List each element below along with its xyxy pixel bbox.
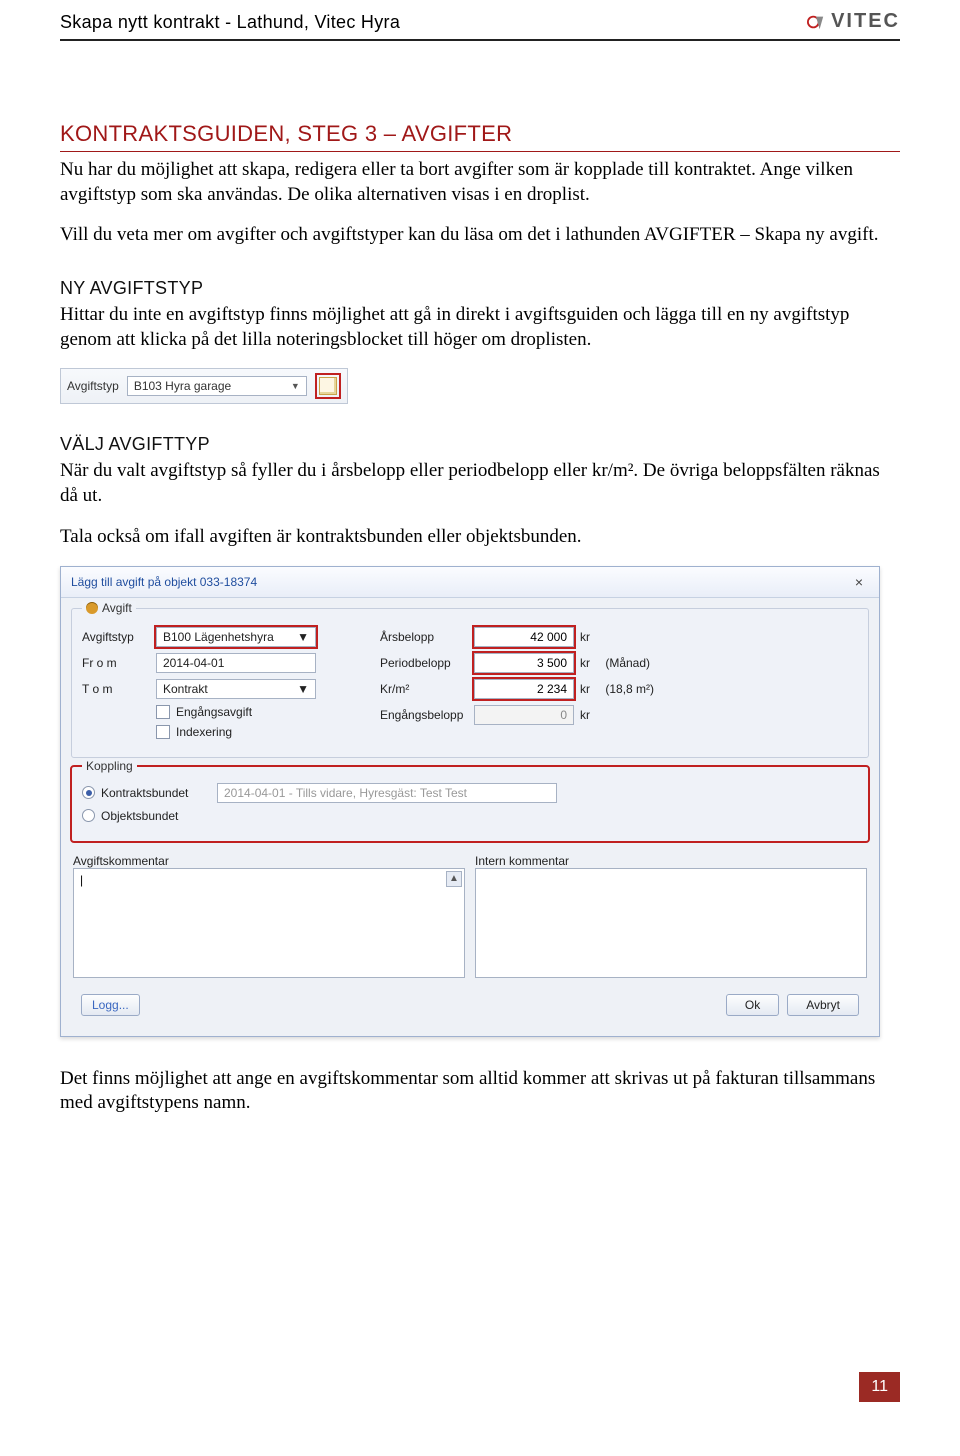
label-indexering: Indexering	[176, 725, 232, 739]
page-number: 11	[859, 1372, 900, 1402]
label-engangsbelopp: Engångsbelopp	[380, 708, 468, 722]
objektsbundet-radio[interactable]	[82, 809, 95, 822]
label-avgiftstyp: Avgiftstyp	[82, 630, 150, 644]
kontraktsbundet-radio[interactable]	[82, 786, 95, 799]
unit-kr: kr	[580, 708, 640, 722]
from-date-value: 2014-04-01	[163, 656, 224, 670]
pin-icon	[86, 602, 98, 614]
krm2-input[interactable]	[474, 679, 574, 699]
avgiftstyp-selected: B100 Lägenhetshyra	[163, 630, 274, 644]
group-koppling: Koppling Kontraktsbundet 2014-04-01 - Ti…	[71, 766, 869, 842]
avgiftskommentar-textarea[interactable]: | ▲	[73, 868, 465, 978]
unit-kr: kr	[580, 656, 590, 670]
logg-button[interactable]: Logg...	[81, 994, 140, 1016]
periodbelopp-input[interactable]	[474, 653, 574, 673]
intern-kommentar-textarea[interactable]	[475, 868, 867, 978]
doc-title: Skapa nytt kontrakt - Lathund, Vitec Hyr…	[60, 12, 400, 33]
brand-logo: VITEC	[807, 10, 900, 33]
chevron-down-icon: ▼	[297, 682, 309, 696]
from-date-field[interactable]: 2014-04-01	[156, 653, 316, 673]
avbryt-button[interactable]: Avbryt	[787, 994, 859, 1016]
label-from: Fr o m	[82, 656, 150, 670]
engangsavgift-checkbox[interactable]	[156, 705, 170, 719]
section-heading-avgifter: KONTRAKTSGUIDEN, STEG 3 – AVGIFTER	[60, 121, 900, 152]
brand-text: VITEC	[831, 10, 900, 33]
tom-select[interactable]: Kontrakt ▼	[156, 679, 316, 699]
group-avgift: Avgift Avgiftstyp B100 Lägenhetshyra ▼	[71, 608, 869, 758]
logo-icon	[807, 13, 825, 31]
label-krm2: Kr/m²	[380, 682, 468, 696]
sub-heading-ny-avgiftstyp: NY AVGIFTSTYP	[60, 278, 900, 299]
avgiftstyp-value: B103 Hyra garage	[134, 379, 231, 393]
label-engangsavgift: Engångsavgift	[176, 705, 252, 719]
notepad-icon[interactable]	[322, 628, 340, 646]
label-periodbelopp: Periodbelopp	[380, 656, 468, 670]
unit-kr: kr	[580, 630, 640, 644]
kontraktsbundet-value: 2014-04-01 - Tills vidare, Hyresgäst: Te…	[217, 783, 557, 803]
scroll-up-icon[interactable]: ▲	[446, 871, 462, 887]
add-fee-dialog: Lägg till avgift på objekt 033-18374 × A…	[60, 566, 880, 1037]
label-objektsbundet: Objektsbundet	[101, 809, 178, 823]
dialog-title-text: Lägg till avgift på objekt 033-18374	[71, 575, 257, 589]
section-p2: Vill du veta mer om avgifter och avgifts…	[60, 223, 900, 248]
sub-heading-valj-avgifttyp: VÄLJ AVGIFTTYP	[60, 434, 900, 455]
group-koppling-title: Koppling	[86, 759, 133, 773]
engangsbelopp-input	[474, 705, 574, 725]
avgiftstyp-select[interactable]: B100 Lägenhetshyra ▼	[156, 627, 316, 647]
label-tom: T o m	[82, 682, 150, 696]
section-p1: Nu har du möjlighet att skapa, redigera …	[60, 158, 900, 207]
unit-kr: kr	[580, 682, 590, 696]
notepad-icon[interactable]	[319, 377, 337, 395]
doc-header: Skapa nytt kontrakt - Lathund, Vitec Hyr…	[60, 0, 900, 41]
sub1-body: Hittar du inte en avgiftstyp finns möjli…	[60, 303, 900, 352]
unit-period: (Månad)	[605, 656, 650, 670]
unit-area: (18,8 m²)	[605, 682, 654, 696]
avgiftstyp-dropdown[interactable]: B103 Hyra garage ▼	[127, 376, 307, 396]
sub2-p2: Tala också om ifall avgiften är kontrakt…	[60, 525, 900, 550]
sub2-p1: När du valt avgiftstyp så fyller du i år…	[60, 459, 900, 508]
group-avgift-title: Avgift	[102, 601, 132, 615]
avgiftstyp-label: Avgiftstyp	[67, 379, 119, 393]
chevron-down-icon: ▼	[291, 381, 300, 391]
close-button[interactable]: ×	[849, 573, 869, 591]
label-kontraktsbundet: Kontraktsbundet	[101, 786, 211, 800]
dropdown-screenshot: Avgiftstyp B103 Hyra garage ▼	[60, 368, 348, 404]
ok-button[interactable]: Ok	[726, 994, 779, 1016]
tom-value: Kontrakt	[163, 682, 208, 696]
label-avgiftskommentar: Avgiftskommentar	[73, 854, 465, 868]
label-intern-kommentar: Intern kommentar	[475, 854, 867, 868]
dialog-titlebar: Lägg till avgift på objekt 033-18374 ×	[61, 567, 879, 598]
notepad-button-highlight	[315, 373, 341, 399]
chevron-down-icon: ▼	[297, 630, 309, 644]
indexering-checkbox[interactable]	[156, 725, 170, 739]
arsbelopp-input[interactable]	[474, 627, 574, 647]
closing-paragraph: Det finns möjlighet att ange en avgiftsk…	[60, 1067, 900, 1116]
label-arsbelopp: Årsbelopp	[380, 630, 468, 644]
page-footer: 11	[0, 1372, 960, 1432]
